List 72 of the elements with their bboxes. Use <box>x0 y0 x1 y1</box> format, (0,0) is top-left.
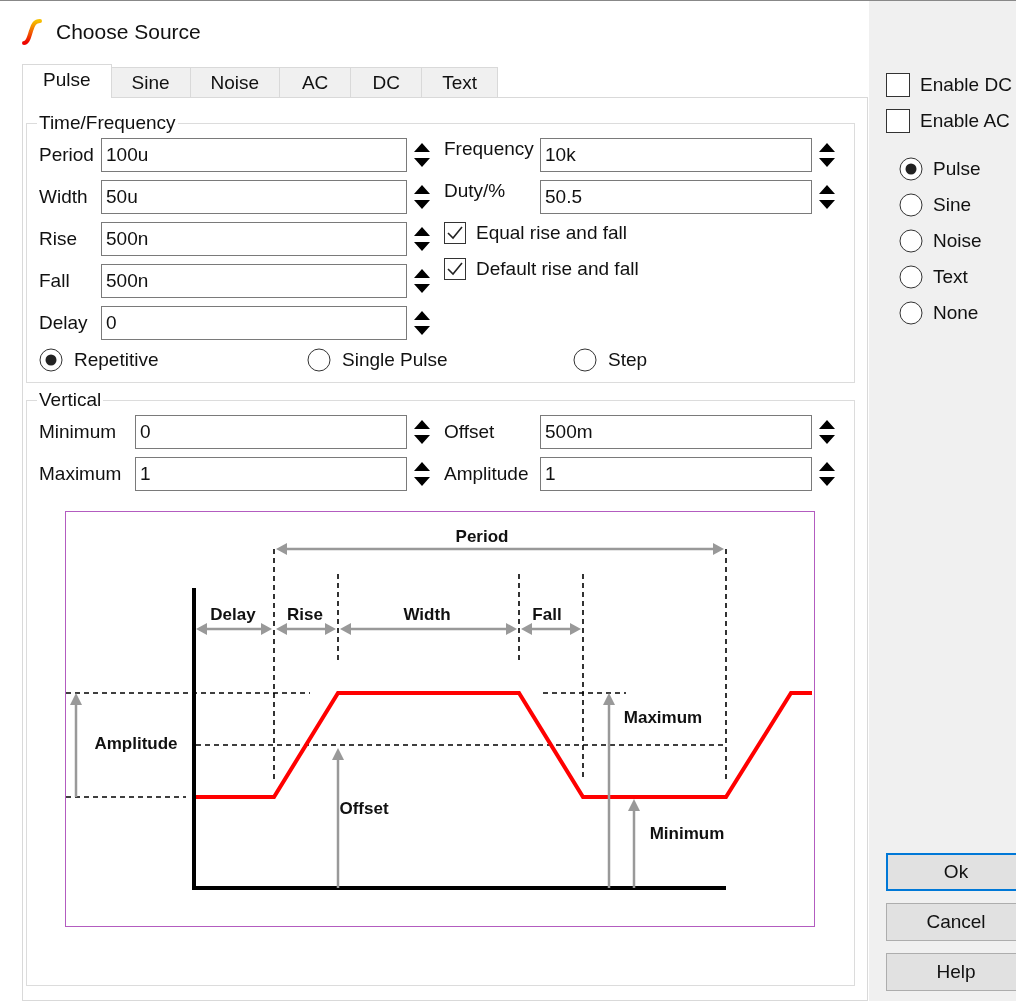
radio-label[interactable]: Pulse <box>933 158 981 180</box>
checkbox-square[interactable] <box>444 258 466 280</box>
checkbox[interactable] <box>886 109 910 133</box>
radio-button[interactable] <box>307 348 331 372</box>
group-title: Vertical <box>38 389 103 411</box>
input-field[interactable]: 50.5 <box>540 180 812 214</box>
field-label: Rise <box>39 228 78 250</box>
radio-label[interactable]: Noise <box>933 230 982 252</box>
dialog-button[interactable]: Cancel <box>886 903 1016 941</box>
dimension-arrow <box>521 623 581 635</box>
dimension-arrow <box>276 623 336 635</box>
field-label: Fall <box>39 270 71 292</box>
diagram-label: Width <box>403 605 451 624</box>
input-field[interactable]: 1 <box>540 457 812 491</box>
checkbox-square[interactable] <box>444 222 466 244</box>
radio-button[interactable] <box>899 157 923 181</box>
checkbox-label[interactable]: Enable DC <box>920 74 1012 96</box>
input-field[interactable]: 500n <box>101 264 407 298</box>
diagram-label: Offset <box>339 799 389 818</box>
input-field[interactable]: 10k <box>540 138 812 172</box>
tab[interactable]: Text <box>421 67 498 97</box>
input-field[interactable]: 1 <box>135 457 407 491</box>
input-field[interactable]: 0 <box>135 415 407 449</box>
input-field[interactable]: 500n <box>101 222 407 256</box>
radio-label[interactable]: Repetitive <box>74 349 159 371</box>
tab[interactable]: Noise <box>189 67 281 97</box>
checkbox-label[interactable]: Equal rise and fall <box>476 222 628 244</box>
tab[interactable]: DC <box>350 67 423 97</box>
radio-button[interactable] <box>899 193 923 217</box>
field-label: Width <box>39 186 89 208</box>
window-title: Choose Source <box>56 20 202 44</box>
diagram-label: Rise <box>287 605 323 624</box>
field-label: Duty/% <box>444 180 507 202</box>
tab[interactable]: AC <box>279 67 352 97</box>
diagram-label: Fall <box>532 605 562 624</box>
checkbox[interactable] <box>886 73 910 97</box>
app-logo-icon <box>22 19 42 45</box>
radio-label[interactable]: Single Pulse <box>342 349 448 371</box>
input-field[interactable]: 50u <box>101 180 407 214</box>
radio-label[interactable]: Text <box>933 266 968 288</box>
checkbox[interactable]: Default rise and fall <box>444 252 849 286</box>
field-label: Maximum <box>39 463 123 485</box>
diagram-label: Period <box>455 527 509 546</box>
radio-button[interactable] <box>899 301 923 325</box>
dialog-button[interactable]: Help <box>886 953 1016 991</box>
field-label: Delay <box>39 312 89 334</box>
diagram-label: Maximum <box>623 708 703 727</box>
field-label: Minimum <box>39 421 118 443</box>
checkbox[interactable]: Equal rise and fall <box>444 216 849 250</box>
checkbox-label[interactable]: Enable AC <box>920 110 1010 132</box>
diagram-label: Delay <box>210 605 256 624</box>
input-field[interactable]: 0 <box>101 306 407 340</box>
group-title: Time/Frequency <box>38 112 177 134</box>
field-label: Amplitude <box>444 463 530 485</box>
field-label: Offset <box>444 421 496 443</box>
dialog-button[interactable]: Ok <box>886 853 1016 891</box>
radio-label[interactable]: Step <box>608 349 648 371</box>
diagram-label: Amplitude <box>94 734 178 753</box>
input-field[interactable]: 500m <box>540 415 812 449</box>
checkbox-label[interactable]: Default rise and fall <box>476 258 639 280</box>
radio-button[interactable] <box>899 229 923 253</box>
field-label: Period <box>39 144 95 166</box>
radio-label[interactable]: Sine <box>933 194 972 216</box>
input-field[interactable]: 100u <box>101 138 407 172</box>
radio-button[interactable] <box>39 348 63 372</box>
radio-button[interactable] <box>573 348 597 372</box>
field-label: Frequency <box>444 138 535 160</box>
radio-label[interactable]: None <box>933 302 979 324</box>
tab[interactable]: Sine <box>110 67 191 97</box>
tab[interactable]: Pulse <box>22 64 112 98</box>
diagram-label: Minimum <box>649 824 725 843</box>
radio-button[interactable] <box>899 265 923 289</box>
